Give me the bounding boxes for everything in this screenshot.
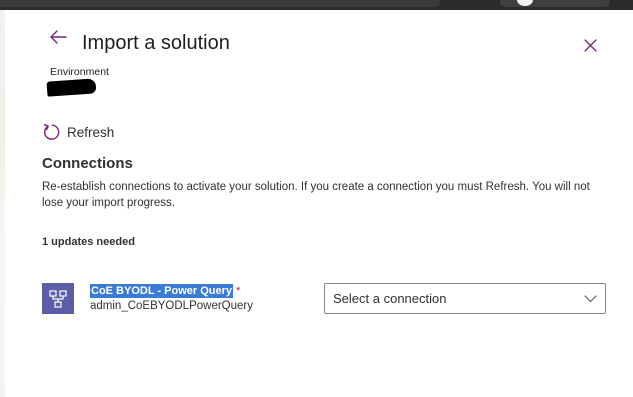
connections-description: Re-establish connections to activate you… — [42, 181, 590, 209]
connection-reference-name: CoE BYODL - Power Query * — [90, 284, 240, 298]
back-arrow-icon — [50, 30, 67, 44]
refresh-label: Refresh — [67, 124, 115, 140]
window-top-bar — [0, 0, 633, 10]
chevron-down-icon — [584, 294, 597, 303]
connection-reference-logical-name: admin_CoEBYODLPowerQuery — [90, 300, 253, 312]
environment-label: Environment — [50, 66, 109, 78]
required-indicator: * — [236, 285, 241, 297]
page-title: Import a solution — [82, 32, 230, 54]
refresh-icon — [43, 123, 60, 140]
close-icon — [583, 38, 597, 52]
close-button[interactable] — [578, 33, 602, 57]
back-button[interactable] — [41, 24, 75, 50]
connection-select-placeholder: Select a connection — [333, 291, 447, 306]
power-query-connector-icon — [42, 283, 74, 314]
top-bar-region — [0, 0, 440, 7]
connection-name-text: CoE BYODL - Power Query — [90, 284, 233, 298]
connection-select-dropdown[interactable]: Select a connection — [324, 283, 606, 314]
connections-heading: Connections — [42, 155, 133, 172]
refresh-button[interactable]: Refresh — [42, 123, 114, 141]
updates-needed-count: 1 updates needed — [42, 236, 135, 248]
